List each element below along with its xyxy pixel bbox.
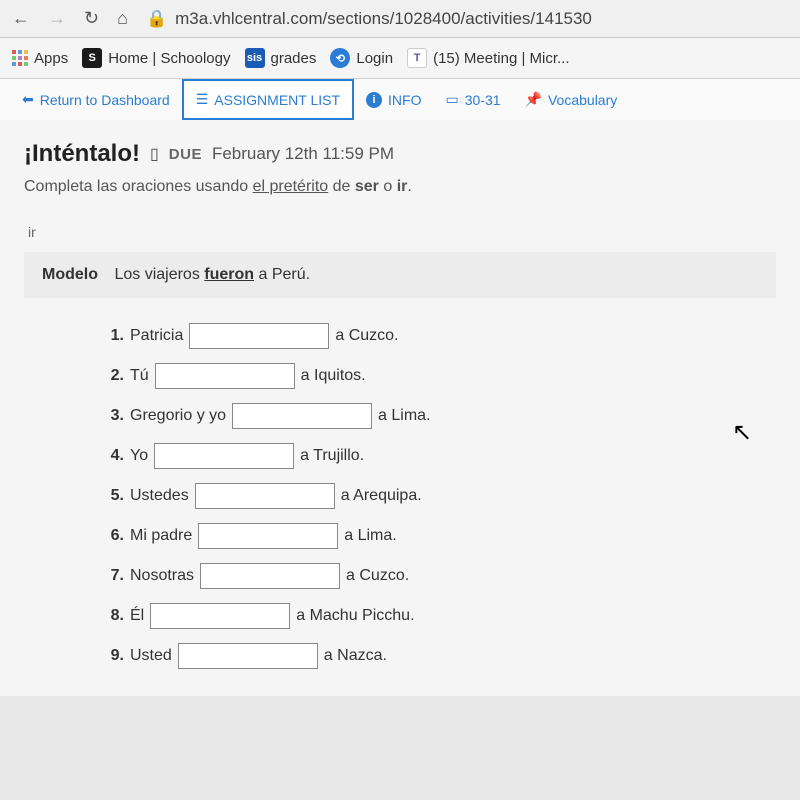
- bookmark-label: Login: [356, 50, 393, 67]
- bookmark-teams[interactable]: T (15) Meeting | Micr...: [407, 48, 569, 68]
- return-arrow-icon: ⬅: [22, 91, 34, 108]
- apps-button[interactable]: Apps: [12, 50, 68, 67]
- answer-input[interactable]: [232, 403, 372, 429]
- due-label: DUE: [169, 146, 202, 163]
- questions-list: 1. Patricia a Cuzco. 2. Tú a Iquitos. 3. Gregor…: [24, 298, 776, 676]
- question-pre: Ustedes: [130, 487, 189, 505]
- question-number: 6.: [104, 527, 124, 545]
- question-row: 8. Él a Machu Picchu.: [104, 596, 776, 636]
- activity-tabs: ⬅ Return to Dashboard ☰ ASSIGNMENT LIST …: [0, 79, 800, 120]
- tab-label: 30-31: [465, 92, 501, 108]
- question-row: 7. Nosotras a Cuzco.: [104, 556, 776, 596]
- modelo-label: Modelo: [42, 266, 98, 283]
- answer-input[interactable]: [198, 523, 338, 549]
- question-pre: Él: [130, 607, 144, 625]
- question-pre: Tú: [130, 367, 149, 385]
- modelo-box: Modelo Los viajeros fueron a Perú.: [24, 252, 776, 298]
- question-post: a Lima.: [344, 527, 396, 545]
- tab-info[interactable]: i INFO: [354, 82, 433, 118]
- activity-title: ¡Inténtalo!: [24, 140, 140, 168]
- question-post: a Cuzco.: [335, 327, 398, 345]
- sis-icon: sis: [245, 48, 265, 68]
- grammar-link[interactable]: el pretérito: [253, 178, 329, 195]
- answer-input[interactable]: [200, 563, 340, 589]
- info-icon: i: [366, 92, 382, 108]
- question-pre: Mi padre: [130, 527, 192, 545]
- question-post: a Nazca.: [324, 647, 387, 665]
- list-icon: ☰: [196, 91, 209, 108]
- question-number: 2.: [104, 367, 124, 385]
- question-pre: Usted: [130, 647, 172, 665]
- question-pre: Gregorio y yo: [130, 407, 226, 425]
- bookmark-label: grades: [271, 50, 317, 67]
- tab-assignment-list[interactable]: ☰ ASSIGNMENT LIST: [182, 79, 354, 120]
- bookmark-label: (15) Meeting | Micr...: [433, 50, 569, 67]
- schoology-icon: S: [82, 48, 102, 68]
- login-icon: ⟲: [330, 48, 350, 68]
- tab-label: INFO: [388, 92, 421, 108]
- answer-input[interactable]: [150, 603, 290, 629]
- book-icon: ▭: [446, 91, 459, 108]
- question-post: a Machu Picchu.: [296, 607, 414, 625]
- tab-vocabulary[interactable]: 📌 Vocabulary: [513, 81, 630, 118]
- question-row: 5. Ustedes a Arequipa.: [104, 476, 776, 516]
- answer-input[interactable]: [189, 323, 329, 349]
- answer-input[interactable]: [155, 363, 295, 389]
- bookmark-label: Home | Schoology: [108, 50, 230, 67]
- section-label: ir: [24, 196, 776, 252]
- question-row: 2. Tú a Iquitos.: [104, 356, 776, 396]
- tab-pages[interactable]: ▭ 30-31: [434, 81, 513, 118]
- forward-icon[interactable]: →: [48, 8, 66, 29]
- question-post: a Arequipa.: [341, 487, 422, 505]
- url-text: m3a.vhlcentral.com/sections/1028400/acti…: [175, 9, 592, 29]
- question-number: 9.: [104, 647, 124, 665]
- question-post: a Trujillo.: [300, 447, 364, 465]
- return-dashboard-link[interactable]: ⬅ Return to Dashboard: [10, 81, 182, 118]
- question-post: a Lima.: [378, 407, 430, 425]
- title-row: ¡Inténtalo! ▯ DUE February 12th 11:59 PM: [24, 140, 776, 168]
- question-pre: Patricia: [130, 327, 183, 345]
- apps-grid-icon: [12, 50, 28, 66]
- bookmark-grades[interactable]: sis grades: [245, 48, 317, 68]
- answer-input[interactable]: [154, 443, 294, 469]
- lock-icon: 🔒: [146, 9, 167, 29]
- activity-content: ¡Inténtalo! ▯ DUE February 12th 11:59 PM…: [0, 120, 800, 696]
- answer-input[interactable]: [195, 483, 335, 509]
- apps-label: Apps: [34, 50, 68, 67]
- question-row: 1. Patricia a Cuzco.: [104, 316, 776, 356]
- bookmark-login[interactable]: ⟲ Login: [330, 48, 393, 68]
- pin-icon: 📌: [525, 91, 542, 108]
- question-number: 3.: [104, 407, 124, 425]
- question-row: 4. Yo a Trujillo.: [104, 436, 776, 476]
- browser-nav-bar: ← → ↻ ⌂ 🔒 m3a.vhlcentral.com/sections/10…: [0, 0, 800, 38]
- bookmark-schoology[interactable]: S Home | Schoology: [82, 48, 230, 68]
- back-icon[interactable]: ←: [12, 8, 30, 29]
- question-pre: Yo: [130, 447, 148, 465]
- due-date: February 12th 11:59 PM: [212, 144, 394, 164]
- question-number: 5.: [104, 487, 124, 505]
- question-number: 4.: [104, 447, 124, 465]
- textbook-icon[interactable]: ▯: [150, 144, 159, 164]
- question-number: 7.: [104, 567, 124, 585]
- tab-label: Vocabulary: [548, 92, 617, 108]
- bookmarks-bar: Apps S Home | Schoology sis grades ⟲ Log…: [0, 38, 800, 79]
- question-post: a Cuzco.: [346, 567, 409, 585]
- answer-input[interactable]: [178, 643, 318, 669]
- reload-icon[interactable]: ↻: [84, 8, 99, 29]
- question-row: 9. Usted a Nazca.: [104, 636, 776, 676]
- question-number: 1.: [104, 327, 124, 345]
- question-row: 3. Gregorio y yo a Lima.: [104, 396, 776, 436]
- teams-icon: T: [407, 48, 427, 68]
- modelo-answer: fueron: [204, 266, 254, 283]
- home-icon[interactable]: ⌂: [117, 8, 128, 29]
- question-number: 8.: [104, 607, 124, 625]
- question-pre: Nosotras: [130, 567, 194, 585]
- return-label: Return to Dashboard: [40, 92, 170, 108]
- instructions: Completa las oraciones usando el pretéri…: [24, 178, 776, 196]
- question-post: a Iquitos.: [301, 367, 366, 385]
- question-row: 6. Mi padre a Lima.: [104, 516, 776, 556]
- address-bar[interactable]: 🔒 m3a.vhlcentral.com/sections/1028400/ac…: [146, 9, 788, 29]
- tab-label: ASSIGNMENT LIST: [214, 92, 340, 108]
